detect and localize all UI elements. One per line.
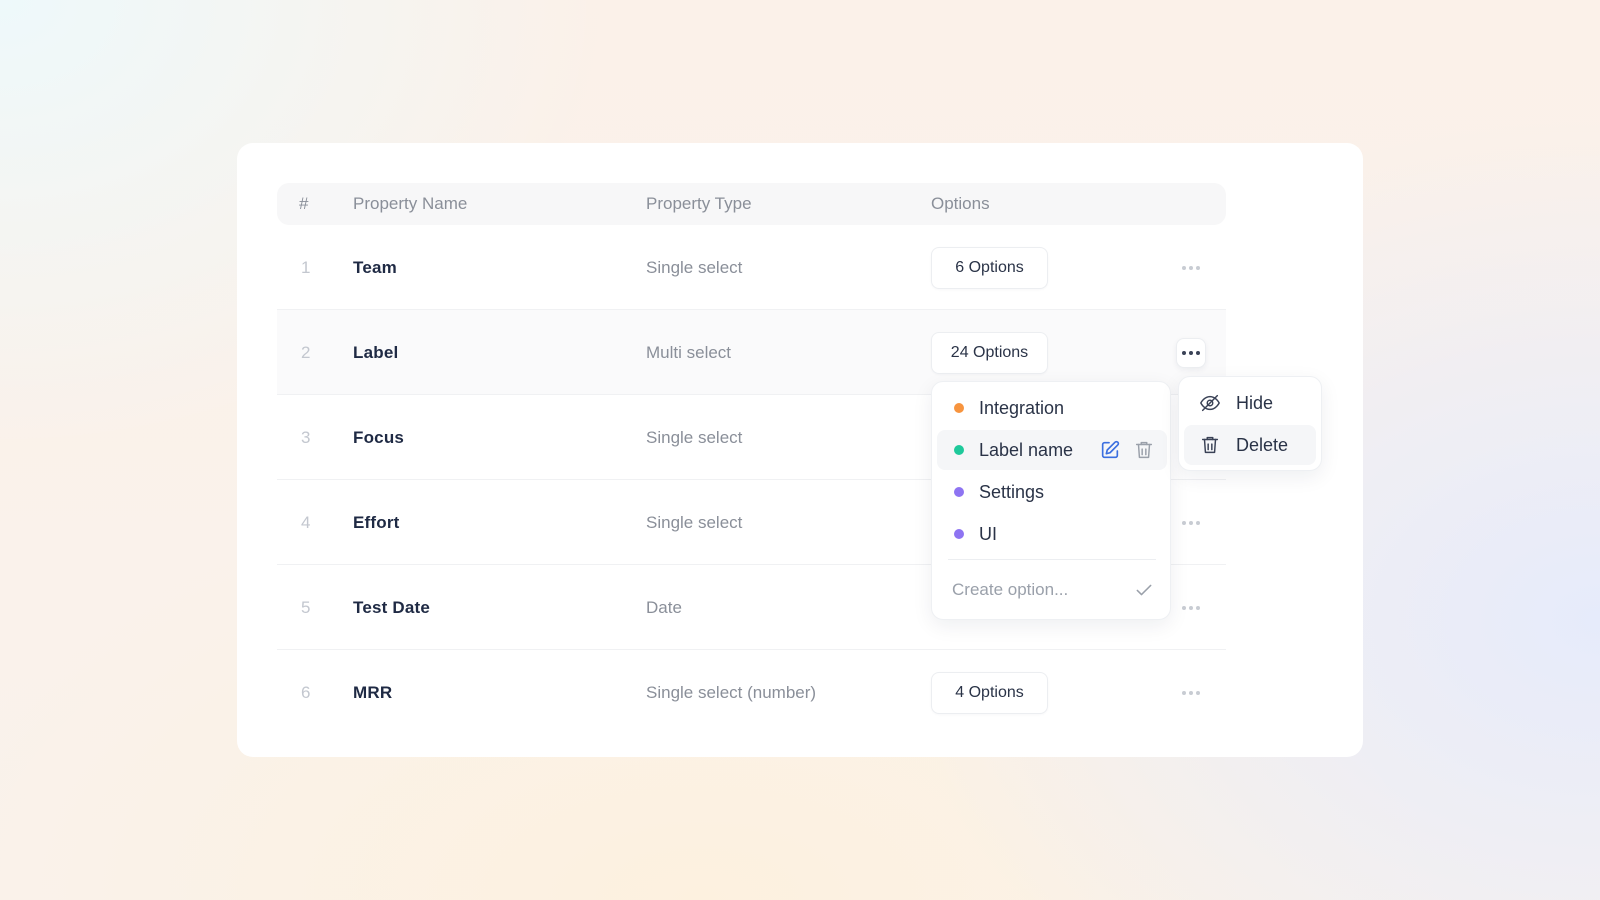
property-name: Label xyxy=(353,343,399,362)
dot-icon xyxy=(1182,351,1186,355)
property-type: Single select (number) xyxy=(646,683,817,702)
option-actions xyxy=(1099,439,1155,461)
property-type: Multi select xyxy=(646,343,732,362)
menu-item-label: Hide xyxy=(1236,393,1274,413)
dot-icon xyxy=(1189,606,1193,610)
option-label: UI xyxy=(979,524,997,544)
eye-off-icon xyxy=(1200,394,1220,412)
menu-item-delete[interactable]: Delete xyxy=(1184,425,1316,465)
row-number: 6 xyxy=(301,683,311,702)
dot-icon xyxy=(1189,691,1193,695)
row-number: 3 xyxy=(301,428,311,447)
header-property-type: Property Type xyxy=(646,194,752,213)
option-label: Settings xyxy=(979,482,1045,502)
header-options: Options xyxy=(931,194,990,213)
table-row: 1 Team Single select 6 Options xyxy=(277,225,1226,310)
more-options-button[interactable] xyxy=(1176,678,1206,708)
row-number: 4 xyxy=(301,513,311,532)
property-type: Date xyxy=(646,598,682,617)
trash-icon[interactable] xyxy=(1133,439,1155,461)
dot-icon xyxy=(1182,521,1186,525)
color-dot xyxy=(954,445,964,455)
options-dropdown: Integration Label name Settings UI Creat… xyxy=(931,381,1171,620)
property-name: Effort xyxy=(353,513,400,532)
table-header: # Property Name Property Type Options xyxy=(277,183,1226,225)
property-type: Single select xyxy=(646,513,743,532)
table-row: 6 MRR Single select (number) 4 Options xyxy=(277,650,1226,735)
option-item-label-name[interactable]: Label name xyxy=(937,430,1167,470)
option-item-integration[interactable]: Integration xyxy=(937,388,1167,428)
dot-icon xyxy=(1196,691,1200,695)
dot-icon xyxy=(1189,521,1193,525)
row-number: 1 xyxy=(301,258,311,277)
row-number: 5 xyxy=(301,598,311,617)
divider xyxy=(948,559,1156,560)
menu-item-hide[interactable]: Hide xyxy=(1184,383,1316,423)
dot-icon xyxy=(1182,606,1186,610)
options-button[interactable]: 6 Options xyxy=(931,247,1048,289)
check-icon[interactable] xyxy=(1134,580,1154,600)
dot-icon xyxy=(1182,691,1186,695)
color-dot xyxy=(954,487,964,497)
option-label: Integration xyxy=(979,398,1065,418)
color-dot xyxy=(954,529,964,539)
dot-icon xyxy=(1196,521,1200,525)
menu-item-label: Delete xyxy=(1236,435,1289,455)
edit-icon[interactable] xyxy=(1099,439,1121,461)
property-name: Team xyxy=(353,258,397,277)
trash-icon xyxy=(1201,436,1219,454)
more-options-button[interactable] xyxy=(1176,338,1206,368)
window-edge xyxy=(1570,0,1600,900)
dot-icon xyxy=(1189,266,1193,270)
property-name: Test Date xyxy=(353,598,431,617)
options-button[interactable]: 24 Options xyxy=(931,332,1048,374)
dot-icon xyxy=(1189,351,1193,355)
dot-icon xyxy=(1196,266,1200,270)
property-type: Single select xyxy=(646,258,743,277)
property-name: MRR xyxy=(353,683,393,702)
dot-icon xyxy=(1196,351,1200,355)
property-name: Focus xyxy=(353,428,405,447)
option-label: Label name xyxy=(979,440,1074,460)
option-item-ui[interactable]: UI xyxy=(937,514,1167,554)
header-property-name: Property Name xyxy=(353,194,468,213)
create-option-input[interactable]: Create option... xyxy=(952,570,1068,610)
header-number: # xyxy=(299,194,309,213)
property-type: Single select xyxy=(646,428,743,447)
more-options-button[interactable] xyxy=(1176,508,1206,538)
color-dot xyxy=(954,403,964,413)
row-context-menu: Hide Delete xyxy=(1178,376,1322,471)
more-options-button[interactable] xyxy=(1176,253,1206,283)
option-item-settings[interactable]: Settings xyxy=(937,472,1167,512)
more-options-button[interactable] xyxy=(1176,593,1206,623)
dot-icon xyxy=(1196,606,1200,610)
options-button[interactable]: 4 Options xyxy=(931,672,1048,714)
dot-icon xyxy=(1182,266,1186,270)
row-number: 2 xyxy=(301,343,311,362)
